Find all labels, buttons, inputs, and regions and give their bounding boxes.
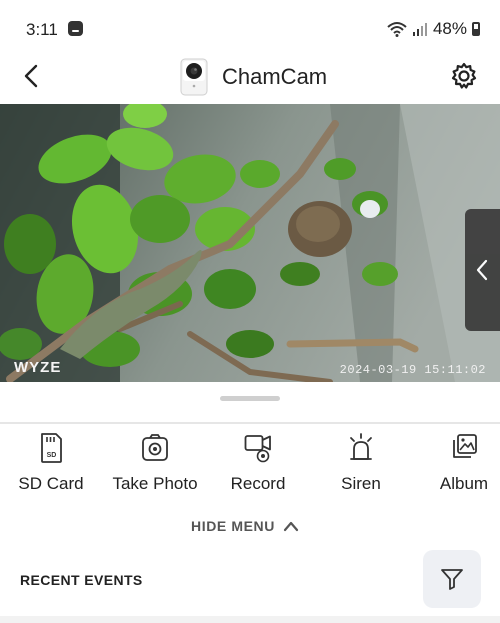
notification-icon (68, 21, 83, 36)
take-photo-button[interactable]: Take Photo (105, 432, 205, 507)
side-panel-toggle[interactable] (465, 209, 500, 331)
battery-percent: 48% (432, 19, 467, 38)
record-icon (244, 435, 271, 463)
siren-button[interactable]: Siren (311, 432, 411, 507)
gear-icon[interactable] (450, 62, 478, 90)
camera-title: ChamCam (180, 58, 327, 96)
drag-handle[interactable] (220, 396, 280, 401)
recent-events-header: RECENT EVENTS (0, 542, 500, 616)
status-bar: 3:11 48% (0, 0, 500, 60)
filter-button[interactable] (423, 550, 481, 608)
hide-menu-button[interactable]: HIDE MENU (191, 518, 299, 534)
svg-text:SD: SD (47, 452, 57, 459)
sd-card-icon: SD (41, 433, 62, 463)
top-area: 3:11 48% ChamCam (0, 0, 500, 104)
app-bar: ChamCam (0, 52, 500, 102)
chevron-left-icon[interactable] (18, 62, 46, 90)
status-indicators: 48% (387, 19, 480, 39)
album-icon (453, 434, 477, 458)
album-button[interactable]: Album (414, 432, 500, 507)
filter-icon (441, 569, 463, 590)
camera-live-feed[interactable]: WYZE 2024-03-19 15:11:02 (0, 104, 500, 382)
chevron-left-icon (476, 259, 488, 281)
siren-label: Siren (341, 474, 381, 493)
battery-icon (472, 22, 480, 36)
sd-card-label: SD Card (18, 474, 84, 493)
hide-menu-row: HIDE MENU (0, 512, 500, 542)
camera-icon (142, 434, 168, 461)
record-button[interactable]: Record (208, 432, 308, 507)
take-photo-label: Take Photo (112, 474, 198, 493)
signal-icon (412, 23, 427, 36)
record-label: Record (230, 474, 286, 493)
hide-menu-label: HIDE MENU (191, 518, 275, 534)
status-time: 3:11 (26, 20, 58, 39)
camera-device-icon (180, 58, 208, 96)
siren-icon (350, 433, 372, 460)
wifi-icon (387, 22, 407, 37)
panel-handle-area[interactable] (0, 382, 500, 422)
wyze-watermark: WYZE (14, 359, 62, 376)
feed-timestamp: 2024-03-19 15:11:02 (339, 363, 486, 377)
album-label: Album (439, 474, 489, 493)
action-menu: SD SD Card Take Photo Record Siren Album (0, 424, 500, 512)
sd-card-button[interactable]: SD SD Card (1, 432, 101, 507)
feed-image (0, 104, 500, 382)
chevron-up-icon (283, 521, 299, 532)
page-title: ChamCam (222, 64, 328, 89)
recent-events-title: RECENT EVENTS (20, 572, 143, 588)
